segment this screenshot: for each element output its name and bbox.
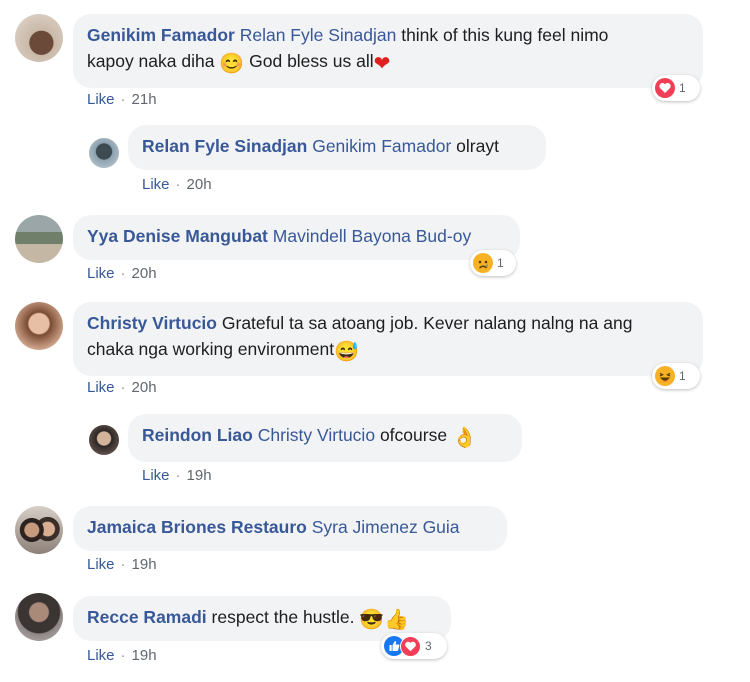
comment-actions: Like · 19h bbox=[87, 556, 157, 573]
reaction-summary[interactable]: 1 bbox=[652, 75, 700, 101]
comment-author[interactable]: Jamaica Briones Restauro bbox=[87, 517, 307, 537]
comment-text: kapoy naka diha bbox=[87, 51, 215, 71]
love-reaction-icon bbox=[400, 635, 421, 657]
mention-link[interactable]: Syra Jimenez Guia bbox=[312, 517, 460, 537]
comment-author[interactable]: Yya Denise Mangubat bbox=[87, 226, 268, 246]
heart-emoji-icon: ❤ bbox=[373, 53, 391, 75]
separator-dot: · bbox=[120, 379, 126, 396]
timestamp[interactable]: 20h bbox=[132, 265, 157, 282]
reaction-count: 1 bbox=[679, 369, 686, 383]
comment-text: God bless us all bbox=[249, 51, 374, 71]
sunglasses-emoji-icon: 😎 bbox=[359, 609, 385, 631]
timestamp[interactable]: 20h bbox=[132, 379, 157, 396]
avatar[interactable] bbox=[15, 593, 63, 641]
comment-bubble: Reindon Liao Christy Virtucio ofcourse 👌 bbox=[128, 414, 522, 462]
timestamp[interactable]: 21h bbox=[132, 91, 157, 108]
comment-actions: Like · 20h bbox=[87, 265, 157, 282]
avatar[interactable] bbox=[15, 215, 63, 263]
comment-author[interactable]: Genikim Famador bbox=[87, 25, 235, 45]
avatar[interactable] bbox=[89, 138, 119, 168]
timestamp[interactable]: 19h bbox=[187, 467, 212, 484]
comment-text: respect the hustle. bbox=[211, 607, 355, 627]
like-button[interactable]: Like bbox=[142, 467, 170, 484]
comment-bubble: Yya Denise Mangubat Mavindell Bayona Bud… bbox=[73, 215, 520, 260]
comment-actions: Like · 20h bbox=[142, 176, 212, 193]
like-button[interactable]: Like bbox=[87, 556, 115, 573]
comment-actions: Like · 19h bbox=[142, 467, 212, 484]
haha-reaction-icon bbox=[655, 366, 675, 386]
reaction-summary[interactable]: 1 bbox=[470, 250, 516, 276]
comment-bubble: Christy Virtucio Grateful ta sa atoang j… bbox=[73, 302, 703, 376]
comment-actions: Like · 19h bbox=[87, 647, 157, 664]
comment-text: think of this kung feel nimo bbox=[401, 25, 609, 45]
avatar[interactable] bbox=[15, 14, 63, 62]
separator-dot: · bbox=[175, 467, 181, 484]
comment-author[interactable]: Recce Ramadi bbox=[87, 607, 207, 627]
mention-link[interactable]: Mavindell Bayona Bud-oy bbox=[273, 226, 471, 246]
separator-dot: · bbox=[120, 265, 126, 282]
comment-bubble: Genikim Famador Relan Fyle Sinadjan thin… bbox=[73, 14, 703, 88]
timestamp[interactable]: 19h bbox=[132, 556, 157, 573]
smile-emoji-icon: 😊 bbox=[219, 53, 245, 75]
comment-actions: Like · 20h bbox=[87, 379, 157, 396]
comment-text: chaka nga working environment bbox=[87, 339, 335, 359]
mention-link[interactable]: Relan Fyle Sinadjan bbox=[240, 25, 397, 45]
like-button[interactable]: Like bbox=[87, 379, 115, 396]
ok-hand-emoji-icon: 👌 bbox=[451, 427, 477, 449]
separator-dot: · bbox=[120, 556, 126, 573]
mention-link[interactable]: Genikim Famador bbox=[312, 136, 451, 156]
reaction-count: 1 bbox=[497, 256, 504, 270]
comment-bubble: Jamaica Briones Restauro Syra Jimenez Gu… bbox=[73, 506, 507, 551]
sad-reaction-icon bbox=[473, 253, 493, 273]
like-button[interactable]: Like bbox=[87, 91, 115, 108]
comment-text: Grateful ta sa atoang job. Kever nalang … bbox=[221, 313, 633, 333]
separator-dot: · bbox=[175, 176, 181, 193]
thumbs-up-emoji-icon: 👍 bbox=[384, 609, 410, 631]
comment-author[interactable]: Relan Fyle Sinadjan bbox=[142, 136, 307, 156]
timestamp[interactable]: 19h bbox=[132, 647, 157, 664]
like-button[interactable]: Like bbox=[142, 176, 170, 193]
laughing-emoji-icon: 😅 bbox=[334, 341, 359, 363]
comment-author[interactable]: Reindon Liao bbox=[142, 425, 253, 445]
reaction-summary[interactable]: 1 bbox=[652, 363, 700, 389]
comment-actions: Like · 21h bbox=[87, 91, 157, 108]
mention-link[interactable]: Christy Virtucio bbox=[258, 425, 375, 445]
reaction-count: 1 bbox=[679, 81, 686, 95]
separator-dot: · bbox=[120, 91, 126, 108]
reaction-count: 3 bbox=[425, 639, 432, 653]
timestamp[interactable]: 20h bbox=[187, 176, 212, 193]
love-reaction-icon bbox=[655, 78, 675, 98]
comment-text: olrayt bbox=[456, 136, 499, 156]
reaction-summary[interactable]: 3 bbox=[381, 633, 447, 659]
like-button[interactable]: Like bbox=[87, 265, 115, 282]
separator-dot: · bbox=[120, 647, 126, 664]
comment-bubble: Relan Fyle Sinadjan Genikim Famador olra… bbox=[128, 125, 546, 170]
comment-text: ofcourse bbox=[379, 425, 448, 445]
avatar[interactable] bbox=[15, 506, 63, 554]
avatar[interactable] bbox=[89, 425, 119, 455]
avatar[interactable] bbox=[15, 302, 63, 350]
comment-author[interactable]: Christy Virtucio bbox=[87, 313, 217, 333]
like-button[interactable]: Like bbox=[87, 647, 115, 664]
